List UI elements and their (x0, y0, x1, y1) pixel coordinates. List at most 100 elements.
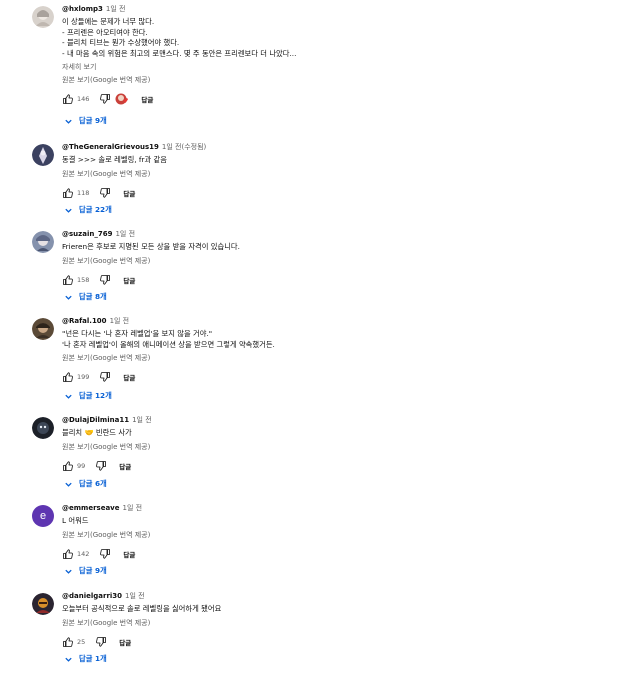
thumbs-down-icon[interactable] (99, 371, 111, 383)
comment-time[interactable]: 1일 전(수정됨) (162, 143, 206, 151)
like-count: 25 (77, 637, 86, 646)
chevron-down-icon (64, 293, 73, 302)
translate-link[interactable]: 원본 보기(Google 번역 제공) (62, 618, 630, 628)
replies-count: 답글 6개 (79, 479, 107, 488)
comment-actions: 199 답글 (62, 369, 630, 385)
reply-button[interactable]: 답글 (123, 188, 135, 198)
avatar[interactable] (32, 144, 54, 166)
thumbs-down-icon[interactable] (95, 636, 107, 648)
like-count: 199 (77, 373, 90, 381)
comment-author[interactable]: @suzain_769 (62, 230, 112, 238)
thumbs-up-icon[interactable] (62, 371, 74, 383)
comment-line: 오늘부터 공식적으로 솔로 레벨링을 싫어하게 됐어요 (62, 604, 222, 613)
comment-time[interactable]: 1일 전 (122, 504, 142, 512)
avatar[interactable] (32, 318, 54, 340)
comment-text: Frieren은 후보로 지명된 모든 상을 받을 자격이 있습니다. (62, 242, 630, 253)
avatar[interactable]: e (32, 505, 54, 527)
replies-toggle[interactable]: 답글 9개 (64, 566, 107, 576)
comment-time[interactable]: 1일 전 (132, 416, 152, 424)
like-count: 99 (77, 461, 86, 470)
comment-text: L 어워드 (62, 516, 630, 527)
replies-count: 답글 9개 (79, 566, 107, 575)
comment-text: 이 상들에는 문제가 너무 많다. - 프리렌은 아오티여야 한다. - 블리치… (62, 17, 630, 59)
comment-time[interactable]: 1일 전 (115, 230, 135, 238)
comment-line: - 내 마음 속의 위험은 최고의 로맨스다. 몇 주 동안은 프리렌보다 더 … (62, 48, 297, 58)
replies-count: 답글 8개 (79, 292, 107, 301)
chevron-down-icon (64, 567, 73, 576)
thumbs-up-icon[interactable] (62, 460, 74, 472)
replies-toggle[interactable]: 답글 1개 (64, 654, 107, 664)
show-more-link[interactable]: 자세히 보기 (62, 62, 630, 72)
replies-count: 답글 12개 (79, 391, 112, 400)
comment-actions: 99 답글 (62, 458, 630, 474)
replies-count: 답글 22개 (79, 205, 112, 214)
comment-author[interactable]: @DulajDilmina11 (62, 416, 129, 424)
comment-actions: 25 답글 (62, 634, 630, 650)
avatar[interactable] (32, 231, 54, 253)
comment-line: - 프리렌은 아오티여야 한다. (62, 27, 148, 37)
thumbs-up-icon[interactable] (62, 93, 74, 105)
comment-line: '나 혼자 레벨업'이 올해의 애니메이션 상을 받으면 그렇게 약속했거든. (62, 339, 275, 349)
comment-author[interactable]: @TheGeneralGrievous19 (62, 143, 159, 151)
comment-line: L 어워드 (62, 516, 89, 525)
comment-time[interactable]: 1일 전 (110, 317, 130, 325)
replies-toggle[interactable]: 답글 6개 (64, 479, 107, 489)
comment-line: 동결 >>> 솔로 레벨링, fr과 같음 (62, 155, 167, 164)
comment-time[interactable]: 1일 전 (125, 592, 145, 600)
chevron-down-icon (64, 480, 73, 489)
reply-button[interactable]: 답글 (119, 637, 131, 647)
thumbs-down-icon[interactable] (99, 548, 111, 560)
replies-toggle[interactable]: 답글 9개 (64, 116, 107, 126)
like-count: 142 (77, 549, 90, 558)
chevron-down-icon (64, 206, 73, 215)
translate-link[interactable]: 원본 보기(Google 번역 제공) (62, 75, 630, 85)
comment-author[interactable]: @hxlomp3 (62, 5, 103, 13)
reply-button[interactable]: 답글 (119, 461, 131, 471)
comment-line: 블리치 🤝 빈란드 사가 (62, 428, 132, 437)
reply-button[interactable]: 답글 (141, 94, 153, 104)
avatar[interactable] (32, 593, 54, 615)
reply-button[interactable]: 답글 (123, 549, 135, 559)
comment-text: 블리치 🤝 빈란드 사가 (62, 428, 630, 439)
thumbs-down-icon[interactable] (99, 93, 111, 105)
like-count: 146 (77, 95, 90, 103)
replies-toggle[interactable]: 답글 12개 (64, 391, 112, 401)
replies-toggle[interactable]: 답글 22개 (64, 205, 112, 215)
comment-line: "넌은 다시는 '나 혼자 레벨업'을 보지 않을 거야." (62, 329, 213, 338)
comment-time[interactable]: 1일 전 (106, 5, 126, 13)
comment-text: 동결 >>> 솔로 레벨링, fr과 같음 (62, 155, 630, 166)
replies-count: 답글 1개 (79, 654, 107, 663)
avatar-letter: e (39, 510, 47, 522)
comment-line: - 블리치 티브는 뭔가 수상했어야 했다. (62, 38, 180, 47)
comment-actions: 158 답글 (62, 272, 630, 288)
avatar[interactable] (32, 6, 54, 28)
like-count: 158 (77, 275, 90, 284)
thumbs-up-icon[interactable] (62, 636, 74, 648)
replies-toggle[interactable]: 답글 8개 (64, 292, 107, 302)
comment-author[interactable]: @Rafal.100 (62, 317, 107, 325)
comment-line: Frieren은 후보로 지명된 모든 상을 받을 자격이 있습니다. (62, 242, 240, 251)
translate-link[interactable]: 원본 보기(Google 번역 제공) (62, 256, 630, 266)
translate-link[interactable]: 원본 보기(Google 번역 제공) (62, 530, 630, 540)
thumbs-down-icon[interactable] (99, 274, 111, 286)
thumbs-down-icon[interactable] (95, 460, 107, 472)
comment-text: "넌은 다시는 '나 혼자 레벨업'을 보지 않을 거야." '나 혼자 레벨업… (62, 329, 630, 350)
chevron-down-icon (64, 655, 73, 664)
comment-line: 이 상들에는 문제가 너무 많다. (62, 17, 155, 26)
creator-heart-icon (115, 93, 129, 105)
translate-link[interactable]: 원본 보기(Google 번역 제공) (62, 442, 630, 452)
comment-actions: 146 답글 (62, 91, 630, 107)
comment-actions: 118 답글 (62, 185, 630, 201)
translate-link[interactable]: 원본 보기(Google 번역 제공) (62, 353, 630, 363)
reply-button[interactable]: 답글 (123, 372, 135, 382)
comment-author[interactable]: @emmerseave (62, 504, 119, 512)
thumbs-up-icon[interactable] (62, 187, 74, 199)
replies-count: 답글 9개 (79, 116, 107, 125)
thumbs-up-icon[interactable] (62, 548, 74, 560)
translate-link[interactable]: 원본 보기(Google 번역 제공) (62, 169, 630, 179)
thumbs-down-icon[interactable] (99, 187, 111, 199)
avatar[interactable] (32, 417, 54, 439)
comment-author[interactable]: @danielgarri30 (62, 592, 122, 600)
thumbs-up-icon[interactable] (62, 274, 74, 286)
reply-button[interactable]: 답글 (123, 275, 135, 285)
